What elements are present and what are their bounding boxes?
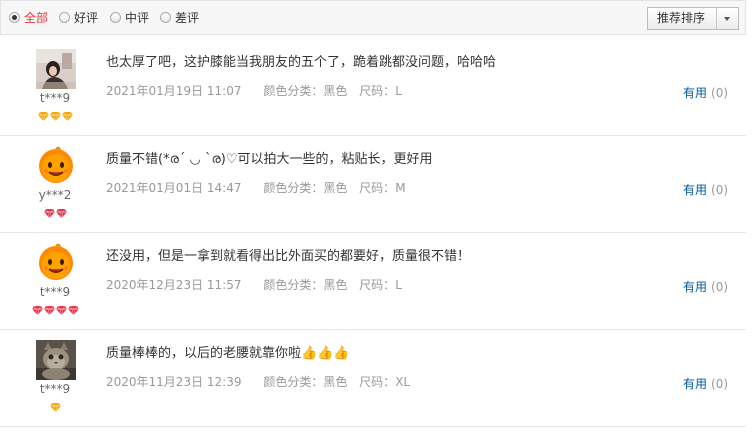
review-meta: 2020年11月23日 12:39 颜色分类：黑色 尺码：XL [106,373,410,390]
color-attr-label: 颜色分类： [263,278,324,292]
size-attr-label: 尺码： [359,181,396,195]
diamond-icon [49,112,61,121]
member-level-badge [0,207,110,219]
reviewer-username: t***9 [39,91,71,105]
useful-button[interactable]: 有用 [683,280,707,294]
filter-good-radio[interactable]: 好评 [59,10,98,26]
color-attr-value: 黑色 [323,181,348,195]
member-level-badge [0,401,110,413]
review-content: 质量不错(*ര´ ◡ `ര)♡可以拍大一些的，粘贴长，更好用 [106,152,433,167]
review-filter-bar: 全部 好评 中评 差评 推荐排序 [0,0,746,35]
review-item: t***9 质量棒棒的，以后的老腰就靠你啦👍👍👍 2020年11月23日 12:… [0,330,746,427]
diamond-icon [31,306,43,315]
color-attr-value: 黑色 [323,84,348,98]
size-attr-label: 尺码： [359,375,396,389]
review-date: 2021年01月19日 11:07 [106,84,242,98]
size-attr-value: XL [395,375,411,389]
review-date: 2021年01月01日 14:47 [106,181,242,195]
color-attr-value: 黑色 [323,278,348,292]
diamond-icon [55,306,67,315]
sort-dropdown[interactable]: 推荐排序 [647,7,739,30]
filter-medium-label: 中评 [125,11,150,25]
filter-bad-radio[interactable]: 差评 [160,10,199,26]
useful-count: (0) [711,377,729,391]
review-meta: 2020年12月23日 11:57 颜色分类：黑色 尺码：L [106,276,402,293]
size-attr-label: 尺码： [359,278,396,292]
review-content: 质量棒棒的，以后的老腰就靠你啦👍👍👍 [106,346,350,361]
review-meta: 2021年01月01日 14:47 颜色分类：黑色 尺码：M [106,179,406,196]
review-date: 2020年11月23日 12:39 [106,375,242,389]
radio-checked-icon[interactable] [9,12,20,23]
useful-vote: 有用 (0) [683,181,728,198]
filter-medium-radio[interactable]: 中评 [110,10,149,26]
review-date: 2020年12月23日 11:57 [106,278,242,292]
diamond-icon [37,112,49,121]
reviewer-username: y***2 [38,188,72,202]
review-content: 还没用，但是一拿到就看得出比外面买的都要好，质量很不错！ [106,249,471,264]
useful-button[interactable]: 有用 [683,183,707,197]
review-item: t***9 也太厚了吧，这护膝能当我朋友的五个了，跪着跳都没问题，哈哈哈 202… [0,39,746,136]
reviewer-username: t***9 [39,285,71,299]
useful-count: (0) [711,86,729,100]
diamond-icon [43,306,55,315]
cat-photo-avatar-icon[interactable] [36,340,76,380]
useful-vote: 有用 (0) [683,375,728,392]
filter-good-label: 好评 [74,11,99,25]
chevron-down-icon[interactable] [724,17,730,21]
color-attr-label: 颜色分类： [263,84,324,98]
review-meta: 2021年01月19日 11:07 颜色分类：黑色 尺码：L [106,82,402,99]
useful-button[interactable]: 有用 [683,377,707,391]
useful-count: (0) [711,280,729,294]
photo-avatar-icon[interactable] [36,49,76,89]
review-item: t***9 还没用，但是一拿到就看得出比外面买的都要好，质量很不错！ 2020年… [0,233,746,330]
filter-bad-label: 差评 [175,11,200,25]
filter-all-label: 全部 [24,11,49,25]
sort-dropdown-label: 推荐排序 [657,11,706,25]
color-attr-label: 颜色分类： [263,181,324,195]
size-attr-value: L [395,84,402,98]
color-attr-label: 颜色分类： [263,375,324,389]
review-content: 也太厚了吧，这护膝能当我朋友的五个了，跪着跳都没问题，哈哈哈 [106,55,497,70]
useful-vote: 有用 (0) [683,278,728,295]
diamond-icon [43,209,55,218]
useful-button[interactable]: 有用 [683,86,707,100]
member-level-badge [0,304,110,316]
sort-divider [716,8,717,29]
color-attr-value: 黑色 [323,375,348,389]
size-attr-value: M [395,181,406,195]
diamond-icon [55,209,67,218]
diamond-icon [61,112,73,121]
review-item: y***2 质量不错(*ര´ ◡ `ര)♡可以拍大一些的，粘贴长，更好用 202… [0,136,746,233]
size-attr-value: L [395,278,402,292]
orange-mascot-avatar-icon[interactable] [36,243,76,283]
diamond-icon [67,306,79,315]
useful-vote: 有用 (0) [683,84,728,101]
filter-all-radio[interactable]: 全部 [9,10,48,26]
diamond-icon [49,403,61,412]
radio-unchecked-icon[interactable] [110,12,121,23]
size-attr-label: 尺码： [359,84,396,98]
member-level-badge [0,110,110,122]
useful-count: (0) [711,183,729,197]
reviewer-username: t***9 [39,382,71,396]
orange-mascot-avatar-icon[interactable] [36,146,76,186]
radio-unchecked-icon[interactable] [160,12,171,23]
radio-unchecked-icon[interactable] [59,12,70,23]
